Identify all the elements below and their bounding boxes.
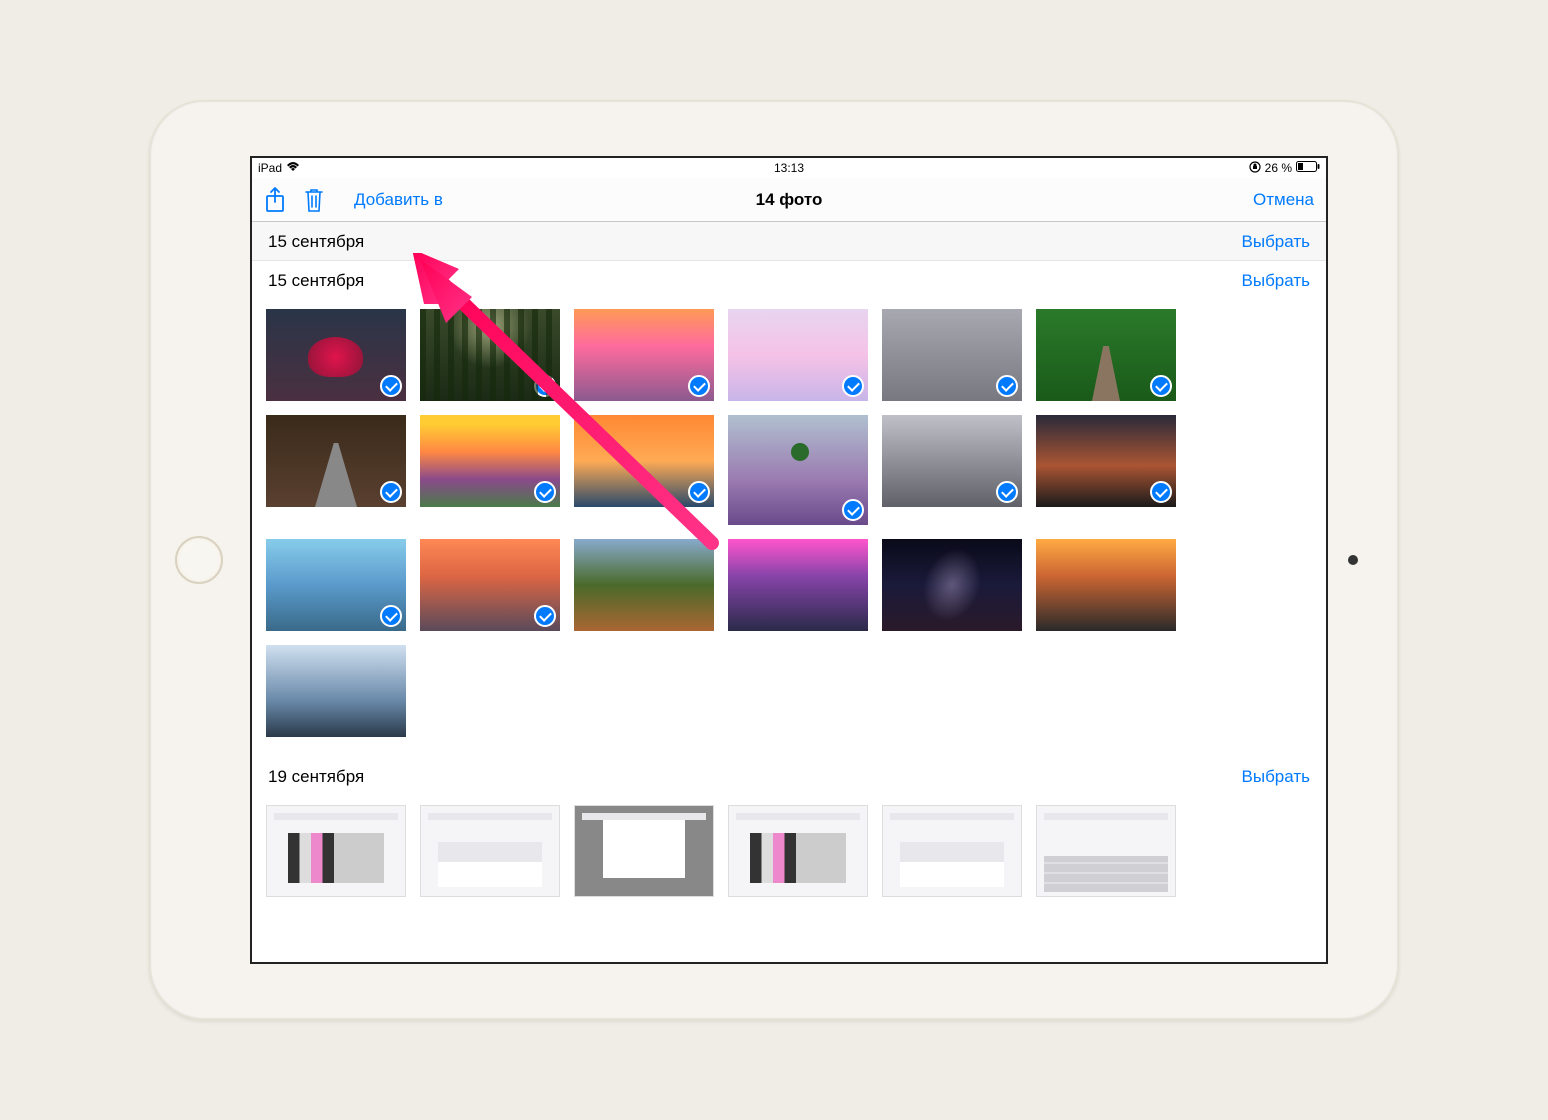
navigation-bar: Добавить в 14 фото Отмена — [252, 178, 1326, 222]
selected-check-icon — [380, 481, 402, 503]
screen: iPad 13:13 26 % — [250, 156, 1328, 964]
battery-icon — [1296, 161, 1320, 175]
photo-thumbnail[interactable] — [728, 539, 868, 631]
section-date: 15 сентября — [268, 271, 364, 291]
photo-thumbnail[interactable] — [882, 309, 1022, 401]
ipad-device-frame: iPad 13:13 26 % — [149, 100, 1399, 1020]
front-camera — [1348, 555, 1358, 565]
section-header: 15 сентября Выбрать — [252, 261, 1326, 299]
cancel-button[interactable]: Отмена — [1253, 190, 1314, 210]
photo-thumbnail[interactable] — [266, 805, 406, 897]
photo-thumbnail[interactable] — [266, 645, 406, 737]
photo-thumbnail[interactable] — [882, 805, 1022, 897]
selected-check-icon — [1150, 375, 1172, 397]
selected-check-icon — [688, 375, 710, 397]
photo-thumbnail[interactable] — [1036, 309, 1176, 401]
photo-grid — [252, 299, 1326, 757]
section-date: 19 сентября — [268, 767, 364, 787]
photo-thumbnail[interactable] — [728, 805, 868, 897]
selected-check-icon — [996, 375, 1018, 397]
photo-thumbnail[interactable] — [1036, 805, 1176, 897]
selected-check-icon — [842, 375, 864, 397]
select-button[interactable]: Выбрать — [1242, 232, 1310, 252]
clock: 13:13 — [774, 161, 804, 175]
nav-title: 14 фото — [756, 190, 823, 210]
home-button[interactable] — [175, 536, 223, 584]
selected-check-icon — [534, 481, 556, 503]
select-button[interactable]: Выбрать — [1242, 271, 1310, 291]
photo-thumbnail[interactable] — [1036, 539, 1176, 631]
selected-check-icon — [380, 605, 402, 627]
section-header: 15 сентября Выбрать — [252, 222, 1326, 261]
share-button[interactable] — [264, 186, 286, 214]
selected-check-icon — [996, 481, 1018, 503]
selected-check-icon — [380, 375, 402, 397]
photo-thumbnail[interactable] — [728, 415, 868, 525]
battery-percent: 26 % — [1265, 161, 1292, 175]
photo-thumbnail[interactable] — [574, 539, 714, 631]
photo-thumbnail[interactable] — [882, 539, 1022, 631]
selected-check-icon — [534, 605, 556, 627]
photo-thumbnail[interactable] — [420, 539, 560, 631]
selected-check-icon — [1150, 481, 1172, 503]
selected-check-icon — [688, 481, 710, 503]
photo-thumbnail[interactable] — [882, 415, 1022, 507]
photo-thumbnail[interactable] — [1036, 415, 1176, 507]
photo-thumbnail[interactable] — [420, 415, 560, 507]
status-bar: iPad 13:13 26 % — [252, 158, 1326, 178]
photo-thumbnail[interactable] — [728, 309, 868, 401]
trash-button[interactable] — [304, 187, 324, 213]
device-label: iPad — [258, 161, 282, 175]
photo-grid — [252, 795, 1326, 917]
add-to-button[interactable]: Добавить в — [354, 190, 443, 210]
selected-check-icon — [534, 375, 556, 397]
section-date: 15 сентября — [268, 232, 364, 252]
wifi-icon — [286, 161, 300, 175]
select-button[interactable]: Выбрать — [1242, 767, 1310, 787]
section-header: 19 сентября Выбрать — [252, 757, 1326, 795]
photo-collection[interactable]: 15 сентябряВыбрать15 сентябряВыбрать19 с… — [252, 222, 1326, 962]
photo-thumbnail[interactable] — [266, 539, 406, 631]
photo-thumbnail[interactable] — [420, 805, 560, 897]
photo-thumbnail[interactable] — [420, 309, 560, 401]
orientation-lock-icon — [1249, 161, 1261, 176]
photo-thumbnail[interactable] — [574, 415, 714, 507]
photo-thumbnail[interactable] — [266, 309, 406, 401]
photo-thumbnail[interactable] — [266, 415, 406, 507]
selected-check-icon — [842, 499, 864, 521]
photo-thumbnail[interactable] — [574, 309, 714, 401]
photo-thumbnail[interactable] — [574, 805, 714, 897]
